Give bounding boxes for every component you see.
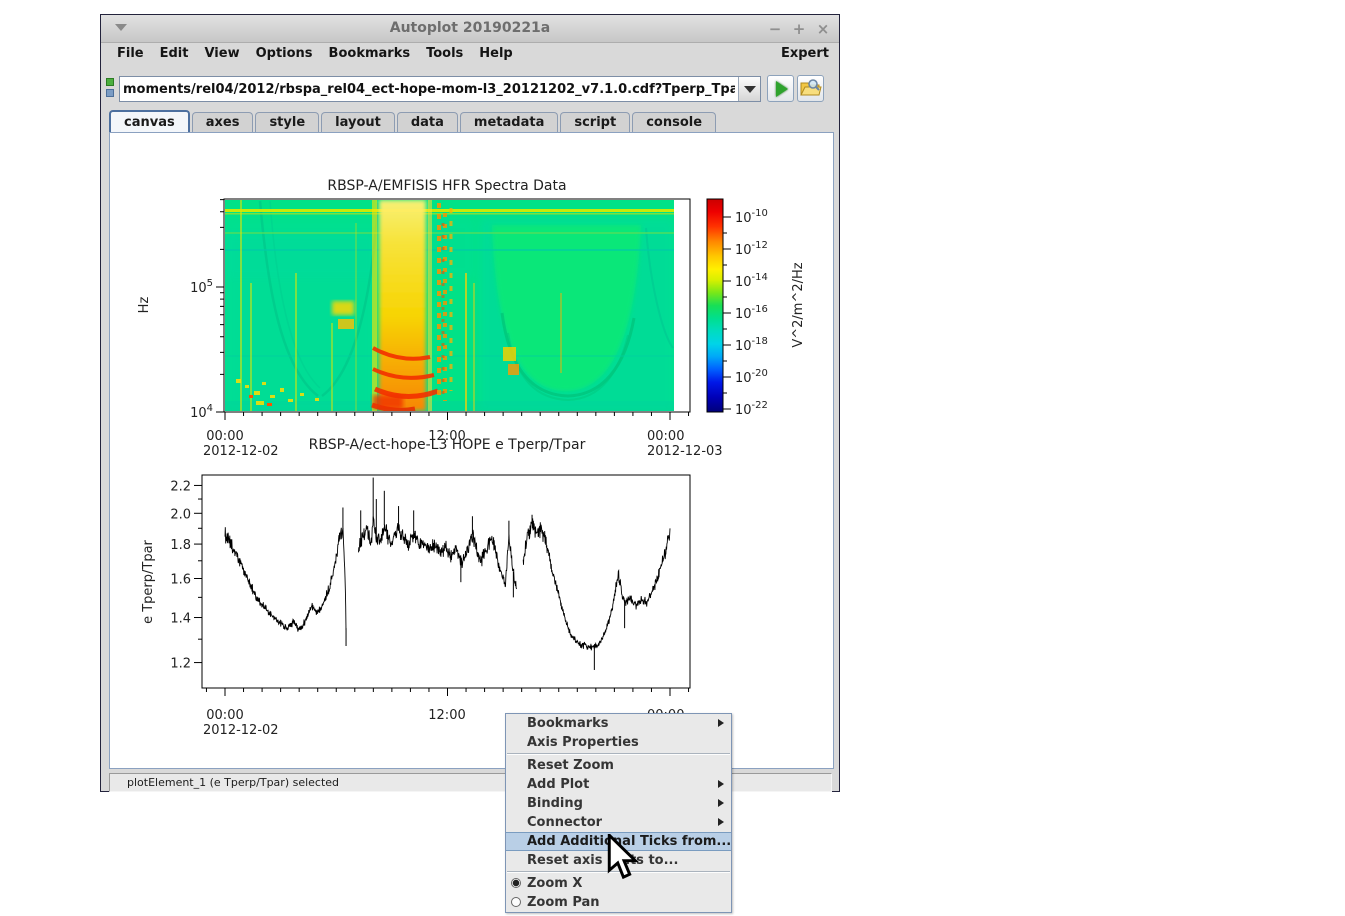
- chevron-down-icon: [744, 86, 756, 93]
- ytick-label[interactable]: 1.6: [170, 573, 191, 588]
- window-title: Autoplot 20190221a: [389, 20, 551, 36]
- submenu-arrow-icon: [718, 799, 724, 807]
- tab-style[interactable]: style: [255, 112, 320, 132]
- tab-canvas[interactable]: canvas: [109, 110, 190, 132]
- folder-magnifier-icon: [800, 79, 822, 96]
- colorbar-tick-label[interactable]: 10-22: [735, 400, 768, 418]
- ytick-label[interactable]: 1.8: [170, 538, 191, 553]
- ytick-label[interactable]: 1.4: [170, 612, 191, 627]
- context-item-binding[interactable]: Binding: [506, 794, 731, 813]
- toolbar: [101, 65, 839, 109]
- tab-layout[interactable]: layout: [321, 112, 395, 132]
- colorbar-label[interactable]: V^2/m^2/Hz: [791, 262, 806, 347]
- ytick-label[interactable]: 1.2: [170, 657, 191, 672]
- menu-view[interactable]: View: [196, 43, 247, 65]
- minimize-button[interactable]: −: [765, 19, 785, 39]
- datasource-blue-icon: [106, 89, 114, 97]
- submenu-arrow-icon: [718, 719, 724, 727]
- context-item-bookmarks[interactable]: Bookmarks: [506, 714, 731, 733]
- tab-console[interactable]: console: [632, 112, 717, 132]
- ytick-label[interactable]: 105: [190, 278, 213, 296]
- context-item-zoom-pan[interactable]: Zoom Pan: [506, 893, 731, 912]
- axis1-tick-0000-left[interactable]: 00:00: [206, 429, 243, 444]
- colorbar-tick-label[interactable]: 10-12: [735, 240, 768, 258]
- play-icon: [776, 81, 788, 97]
- context-item-add-plot[interactable]: Add Plot: [506, 775, 731, 794]
- mouse-cursor: [607, 834, 639, 880]
- colorbar-tick-label[interactable]: 10-14: [735, 272, 768, 290]
- spectrogram-ylabel[interactable]: Hz: [137, 297, 152, 314]
- context-item-reset-zoom[interactable]: Reset Zoom: [506, 756, 731, 775]
- menu-separator: [507, 753, 730, 755]
- axis2-tick-0000-left[interactable]: 00:00: [206, 708, 243, 723]
- go-button[interactable]: [767, 75, 794, 102]
- tab-axes[interactable]: axes: [191, 112, 254, 132]
- spectrogram-image: [225, 200, 674, 411]
- plots-svg[interactable]: RBSP-A/EMFISIS HFR Spectra Data Hz V^2/m…: [110, 133, 833, 768]
- menu-help[interactable]: Help: [471, 43, 520, 65]
- submenu-arrow-icon: [718, 780, 724, 788]
- lineplot-ylabel[interactable]: e Tperp/Tpar: [141, 539, 156, 623]
- line-series: [224, 477, 671, 670]
- maximize-button[interactable]: +: [789, 19, 809, 39]
- address-input[interactable]: [120, 77, 738, 101]
- menu-tools[interactable]: Tools: [418, 43, 471, 65]
- menu-bar: File Edit View Options Bookmarks Tools Help Exp…: [101, 43, 839, 65]
- title-bar[interactable]: Autoplot 20190221a − + ×: [101, 15, 839, 43]
- tab-data[interactable]: data: [396, 112, 458, 132]
- address-combobox: [119, 76, 761, 102]
- axis2-date-left: 2012-12-02: [203, 723, 279, 738]
- ytick-label[interactable]: 2.0: [170, 507, 191, 522]
- tab-row: canvas axes style layout data metadata script c…: [109, 110, 718, 132]
- colorbar-tick-label[interactable]: 10-10: [735, 208, 768, 226]
- tab-script[interactable]: script: [560, 112, 631, 132]
- plot-canvas[interactable]: RBSP-A/EMFISIS HFR Spectra Data Hz V^2/m…: [109, 132, 834, 769]
- menu-bookmarks[interactable]: Bookmarks: [321, 43, 419, 65]
- datasource-green-icon: [106, 78, 114, 86]
- address-dropdown-button[interactable]: [738, 77, 760, 101]
- axis1-date-right: 2012-12-03: [647, 444, 723, 459]
- context-item-axis-properties[interactable]: Axis Properties: [506, 733, 731, 752]
- tab-metadata[interactable]: metadata: [459, 112, 559, 132]
- colorbar[interactable]: [706, 198, 724, 413]
- colorbar-tick-label[interactable]: 10-18: [735, 336, 768, 354]
- axis2-tick-1200[interactable]: 12:00: [428, 708, 465, 723]
- menu-options[interactable]: Options: [248, 43, 321, 65]
- colorbar-tick-label[interactable]: 10-20: [735, 368, 768, 386]
- ytick-label[interactable]: 104: [190, 403, 213, 421]
- submenu-arrow-icon: [718, 818, 724, 826]
- radio-icon[interactable]: [511, 878, 521, 888]
- lineplot-title: RBSP-A/ect-hope-L3 HOPE e Tperp/Tpar: [309, 437, 586, 453]
- menu-edit[interactable]: Edit: [152, 43, 197, 65]
- app-window: Autoplot 20190221a − + × File Edit View Opt…: [100, 14, 840, 792]
- expert-mode-label[interactable]: Expert: [781, 43, 829, 65]
- radio-icon[interactable]: [511, 897, 521, 907]
- context-item-connector[interactable]: Connector: [506, 813, 731, 832]
- spectrogram-title: RBSP-A/EMFISIS HFR Spectra Data: [327, 178, 566, 194]
- close-button[interactable]: ×: [813, 19, 833, 39]
- ytick-label[interactable]: 2.2: [170, 479, 191, 494]
- inspect-uri-button[interactable]: [797, 75, 824, 102]
- colorbar-tick-label[interactable]: 10-16: [735, 304, 768, 322]
- axis1-tick-0000-right[interactable]: 00:00: [647, 429, 684, 444]
- axis1-date-left: 2012-12-02: [203, 444, 279, 459]
- menu-file[interactable]: File: [109, 43, 152, 65]
